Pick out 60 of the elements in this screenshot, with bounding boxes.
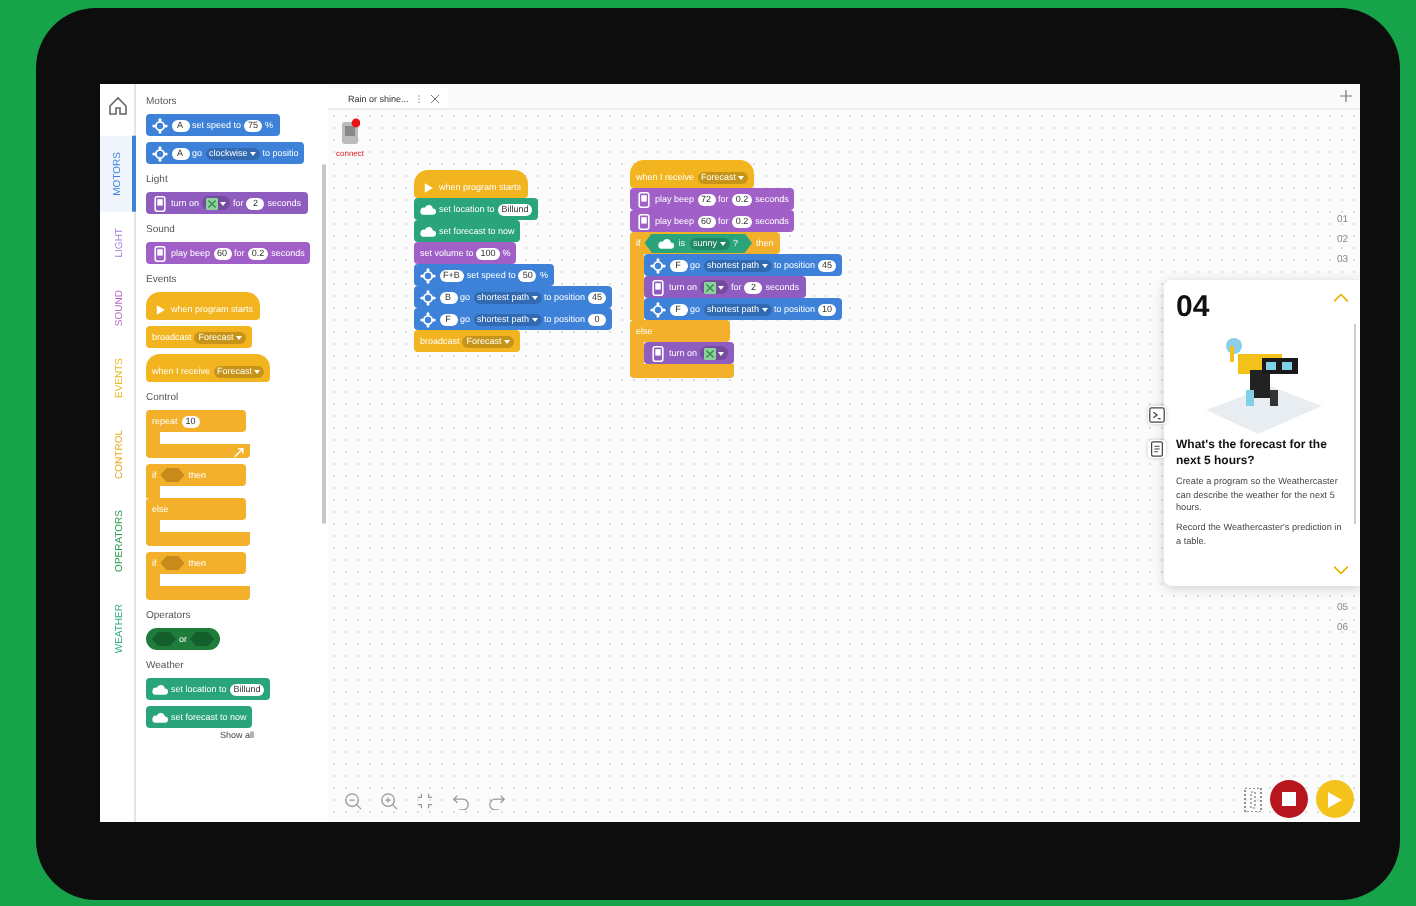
gear-icon: [650, 257, 666, 273]
light-matrix-icon[interactable]: [1244, 787, 1262, 811]
document-icon[interactable]: [1148, 440, 1166, 458]
caret-icon: [235, 335, 242, 339]
caret-icon: [761, 263, 768, 267]
caret-icon: [718, 285, 725, 289]
gear-icon: [420, 311, 436, 327]
chevron-up-icon[interactable]: [1334, 294, 1348, 302]
add-icon[interactable]: [1340, 90, 1352, 102]
caret-icon: [254, 369, 261, 373]
condition-slot[interactable]: [190, 632, 215, 646]
caret-icon: [531, 295, 538, 299]
play-icon: [152, 301, 168, 317]
chevron-down-icon[interactable]: [1334, 566, 1348, 574]
step-number: 04: [1176, 290, 1210, 324]
gear-icon: [420, 289, 436, 305]
hub-icon: [152, 195, 168, 211]
home-icon[interactable]: [107, 96, 127, 116]
zoom-in-icon[interactable]: [380, 792, 398, 810]
condition-slot[interactable]: [152, 632, 176, 646]
caret-icon: [738, 175, 745, 179]
hub-icon: [650, 279, 666, 295]
undo-icon[interactable]: [452, 792, 470, 810]
gear-icon: [650, 301, 666, 317]
scrollbar[interactable]: [322, 164, 326, 524]
hub-icon: [152, 245, 168, 261]
zoom-out-icon[interactable]: [344, 792, 362, 810]
light-matrix-dropdown[interactable]: [700, 280, 729, 294]
hub-icon[interactable]: [340, 118, 360, 146]
caret-icon: [761, 307, 768, 311]
scrollbar[interactable]: [1353, 324, 1356, 524]
stop-button[interactable]: [1270, 780, 1308, 818]
caret-icon: [503, 339, 510, 343]
gear-icon: [420, 267, 436, 283]
light-matrix-icon: [206, 197, 219, 209]
gear-icon: [152, 117, 168, 133]
play-icon: [1328, 791, 1342, 807]
condition-slot[interactable]: [160, 556, 185, 570]
caret-icon: [531, 317, 538, 321]
hub-icon: [650, 345, 666, 361]
caret-icon: [718, 351, 725, 355]
block-foot: [146, 586, 250, 600]
loop-arrow-icon: [230, 443, 246, 459]
cloud-icon: [658, 235, 675, 251]
caret-icon: [249, 151, 256, 155]
condition-slot[interactable]: [160, 468, 185, 482]
gear-icon: [152, 145, 168, 161]
close-icon[interactable]: [430, 93, 441, 103]
block-foot: [630, 364, 734, 378]
light-matrix-icon: [704, 281, 717, 293]
caret-icon: [719, 241, 726, 245]
redo-icon[interactable]: [488, 792, 506, 810]
fit-icon[interactable]: [416, 792, 434, 810]
block-foot: [146, 532, 250, 546]
terminal-icon[interactable]: [1148, 406, 1166, 424]
caret-icon: [220, 201, 227, 205]
light-matrix-dropdown[interactable]: [202, 196, 231, 210]
light-matrix-icon: [704, 347, 717, 359]
light-matrix-dropdown[interactable]: [700, 346, 729, 360]
stop-icon: [1282, 792, 1296, 806]
